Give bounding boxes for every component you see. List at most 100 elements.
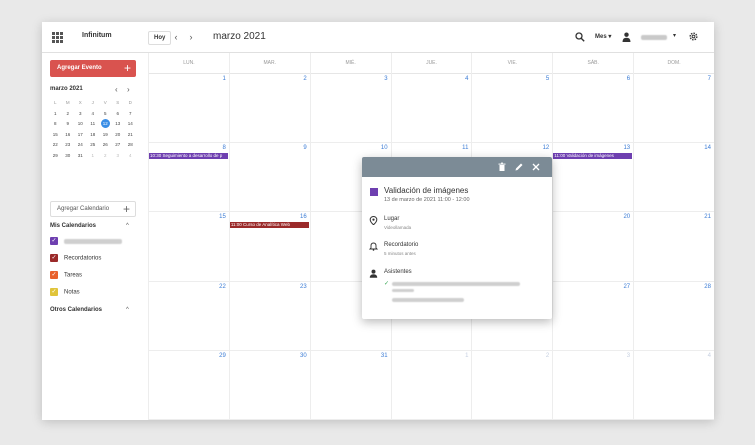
day-number[interactable]: 5 xyxy=(546,76,549,82)
mini-day[interactable]: 1 xyxy=(49,109,62,120)
mini-day[interactable]: 30 xyxy=(62,151,75,162)
day-number[interactable]: 11 xyxy=(462,145,468,151)
calendar-item-reminders[interactable]: ✓ Recordatorios xyxy=(50,254,101,264)
checkbox-icon[interactable]: ✓ xyxy=(50,271,58,279)
day-number[interactable]: 2 xyxy=(303,76,306,82)
calendar-item-personal[interactable]: ✓ xyxy=(50,237,122,247)
day-number[interactable]: 21 xyxy=(704,214,711,220)
mini-day[interactable]: 1 xyxy=(87,151,100,162)
day-number[interactable]: 28 xyxy=(704,284,711,290)
day-cell[interactable]: 27 xyxy=(552,281,634,351)
day-cell[interactable]: 4 xyxy=(633,350,714,420)
day-cell[interactable]: 1 xyxy=(390,350,472,420)
mini-day[interactable]: 12 xyxy=(99,119,112,130)
day-cell[interactable]: 23 xyxy=(228,281,310,351)
mini-day[interactable]: 16 xyxy=(62,130,75,141)
next-month-icon[interactable]: › xyxy=(185,31,197,45)
day-cell[interactable]: 1 xyxy=(148,74,229,144)
close-icon[interactable] xyxy=(530,161,542,173)
calendar-item-tasks[interactable]: ✓ Tareas xyxy=(50,271,82,281)
calendar-event[interactable]: 10:30 Seguimiento a desarrollo de p xyxy=(149,153,228,160)
mini-day[interactable]: 7 xyxy=(124,109,137,120)
mini-day[interactable]: 28 xyxy=(124,140,137,151)
mini-day[interactable]: 2 xyxy=(62,109,75,120)
user-name[interactable] xyxy=(641,35,667,40)
day-cell[interactable]: 6 xyxy=(552,74,634,144)
mini-day[interactable]: 10 xyxy=(74,119,87,130)
day-number[interactable]: 13 xyxy=(623,145,630,151)
mini-day[interactable]: 11 xyxy=(87,119,100,130)
mini-day[interactable]: 14 xyxy=(124,119,137,130)
add-calendar-button[interactable]: Agregar Calendario + xyxy=(50,201,136,217)
mini-day[interactable]: 5 xyxy=(99,109,112,120)
day-number[interactable]: 30 xyxy=(300,353,307,359)
search-icon[interactable] xyxy=(575,32,585,42)
day-cell[interactable]: 2 xyxy=(228,74,310,144)
mini-day[interactable]: 20 xyxy=(112,130,125,141)
checkbox-icon[interactable]: ✓ xyxy=(50,254,58,262)
day-cell[interactable]: 22 xyxy=(148,281,229,351)
mini-day[interactable]: 3 xyxy=(112,151,125,162)
mini-day[interactable]: 6 xyxy=(112,109,125,120)
day-number[interactable]: 2 xyxy=(546,353,549,359)
day-number[interactable]: 3 xyxy=(384,76,387,82)
mini-day[interactable]: 18 xyxy=(87,130,100,141)
day-cell[interactable]: 5 xyxy=(471,74,553,144)
mini-day[interactable]: 21 xyxy=(124,130,137,141)
calendar-event[interactable]: 11:00 Validación de imágenes xyxy=(553,153,633,160)
day-cell[interactable]: 20 xyxy=(552,212,634,282)
mini-day[interactable]: 15 xyxy=(49,130,62,141)
day-number[interactable]: 1 xyxy=(223,76,226,82)
mini-prev-icon[interactable]: ‹ xyxy=(115,85,118,94)
day-number[interactable]: 4 xyxy=(465,76,468,82)
chevron-up-icon[interactable]: ^ xyxy=(126,223,129,229)
today-button[interactable]: Hoy xyxy=(148,31,172,45)
mini-next-icon[interactable]: › xyxy=(127,85,130,94)
mini-day[interactable]: 25 xyxy=(87,140,100,151)
day-cell[interactable]: 28 xyxy=(633,281,714,351)
gear-icon[interactable] xyxy=(688,31,699,42)
day-cell[interactable]: 15 xyxy=(148,212,229,282)
mini-day[interactable]: 4 xyxy=(124,151,137,162)
mini-day[interactable]: 4 xyxy=(87,109,100,120)
day-number[interactable]: 22 xyxy=(219,284,226,290)
checkbox-icon[interactable]: ✓ xyxy=(50,237,58,245)
day-cell[interactable]: 31 xyxy=(309,350,391,420)
day-number[interactable]: 20 xyxy=(623,214,630,220)
day-number[interactable]: 29 xyxy=(219,353,226,359)
day-number[interactable]: 12 xyxy=(543,145,550,151)
day-number[interactable]: 14 xyxy=(704,145,711,151)
day-cell[interactable]: 3 xyxy=(309,74,391,144)
mini-day[interactable]: 27 xyxy=(112,140,125,151)
day-cell[interactable]: 7 xyxy=(633,74,714,144)
view-select[interactable]: Mes ▾ xyxy=(592,32,614,41)
mini-day[interactable]: 24 xyxy=(74,140,87,151)
day-number[interactable]: 3 xyxy=(627,353,630,359)
mini-day[interactable]: 13 xyxy=(112,119,125,130)
day-number[interactable]: 7 xyxy=(708,76,711,82)
day-cell[interactable]: 30 xyxy=(228,350,310,420)
mini-day[interactable]: 22 xyxy=(49,140,62,151)
prev-month-icon[interactable]: ‹ xyxy=(170,31,182,45)
day-cell[interactable]: 3 xyxy=(552,350,634,420)
mini-day[interactable]: 26 xyxy=(99,140,112,151)
day-number[interactable]: 10 xyxy=(381,145,388,151)
mini-day[interactable]: 23 xyxy=(62,140,75,151)
day-number[interactable]: 9 xyxy=(303,145,306,151)
checkbox-icon[interactable]: ✓ xyxy=(50,288,58,296)
day-number[interactable]: 31 xyxy=(381,353,388,359)
day-cell[interactable]: 14 xyxy=(633,143,714,213)
day-cell[interactable]: 9 xyxy=(228,143,310,213)
calendar-event[interactable]: 11:00 Curso de Analítica Web xyxy=(229,222,309,229)
day-number[interactable]: 4 xyxy=(708,353,711,359)
day-number[interactable]: 16 xyxy=(300,214,307,220)
day-number[interactable]: 6 xyxy=(627,76,630,82)
chevron-up-icon[interactable]: ^ xyxy=(126,307,129,313)
mini-day[interactable]: 19 xyxy=(99,130,112,141)
edit-pencil-icon[interactable] xyxy=(513,161,525,173)
user-icon[interactable] xyxy=(622,32,631,42)
add-event-button[interactable]: Agregar Evento + xyxy=(50,60,136,77)
day-cell[interactable]: 29 xyxy=(148,350,229,420)
mini-day[interactable]: 8 xyxy=(49,119,62,130)
mini-day[interactable]: 9 xyxy=(62,119,75,130)
